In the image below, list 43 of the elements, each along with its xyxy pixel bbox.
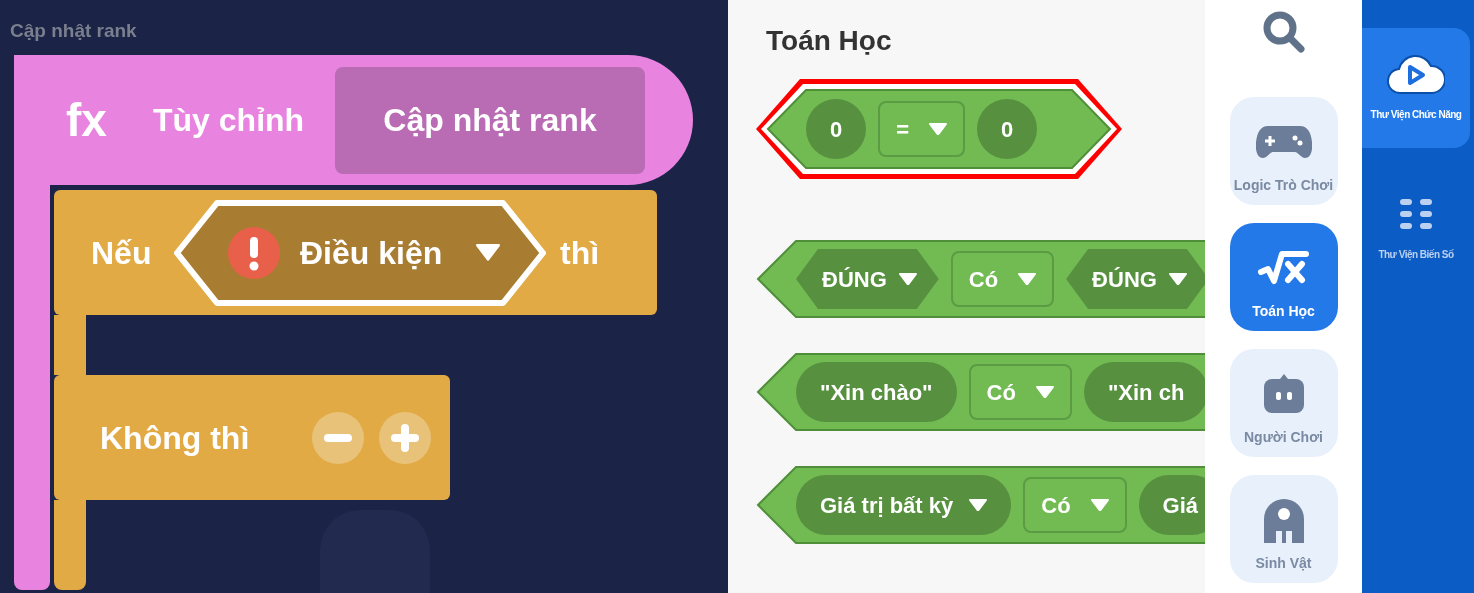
logic-block[interactable]: 0 = 0 (766, 88, 1112, 170)
logic-block[interactable]: "Xin chào" Có "Xin ch (756, 352, 1205, 432)
minus-icon (324, 433, 352, 442)
block-label: Nếu (91, 233, 153, 273)
category-tab[interactable]: Người Chơi (1229, 349, 1338, 457)
block-label: Tùy chỉnh (153, 101, 306, 140)
library-tab[interactable]: Thư Viện Biến Số (1362, 168, 1470, 288)
operator-dropdown[interactable]: = (878, 101, 966, 157)
if-block[interactable]: Nếu Điều kiện thì (54, 190, 657, 315)
logic-block[interactable]: Giá trị bất kỳ Có Giá (756, 465, 1205, 545)
code-canvas[interactable]: Cập nhật rank fx Tùy chỉnh Cập nhật rank Nếu Điều kiện thì Không thì (0, 0, 728, 593)
condition-dropdown[interactable]: Điều kiện (172, 197, 548, 308)
caret-icon (476, 244, 500, 261)
block-label: Không thì (100, 418, 251, 458)
block-label: thì (560, 233, 600, 273)
gamepad-icon (1255, 124, 1312, 160)
palette-title: Toán Học (766, 24, 893, 58)
function-icon-text: fx (66, 92, 108, 148)
robot-icon (1261, 373, 1306, 415)
category-tab[interactable]: Toán Học (1229, 223, 1338, 331)
operator-dropdown[interactable]: Có (1023, 477, 1127, 533)
operator-dropdown[interactable]: Có (968, 364, 1072, 420)
operator-dropdown[interactable]: Có (950, 251, 1055, 307)
category-tab[interactable]: Logic Trò Chơi (1229, 97, 1338, 205)
value-input[interactable]: "Xin chào" (796, 362, 957, 422)
remove-button[interactable] (312, 411, 364, 464)
ghost-icon (1261, 497, 1306, 543)
function-name-field[interactable]: Cập nhật rank (335, 66, 645, 174)
add-button[interactable] (379, 411, 431, 464)
value-input[interactable]: "Xin ch (1083, 362, 1205, 422)
function-block[interactable]: fx Tùy chỉnh Cập nhật rank (14, 55, 693, 185)
grid-icon (1400, 198, 1432, 231)
plus-icon (391, 423, 419, 452)
logic-block[interactable]: ĐÚNG Có ĐÚNG (756, 239, 1205, 319)
library-tab[interactable]: Thư Viện Chức Năng (1362, 28, 1470, 148)
category-tab[interactable]: Sinh Vật (1229, 475, 1338, 583)
else-block[interactable]: Không thì (54, 375, 450, 500)
condition-text: Điều kiện (300, 233, 444, 273)
function-name-label: Cập nhật rank (10, 19, 137, 43)
search-icon[interactable] (1261, 10, 1306, 54)
square-root-icon (1257, 250, 1310, 286)
cloud-play-icon (1387, 54, 1445, 95)
value-input[interactable]: Giá trị bất kỳ (796, 475, 1012, 535)
